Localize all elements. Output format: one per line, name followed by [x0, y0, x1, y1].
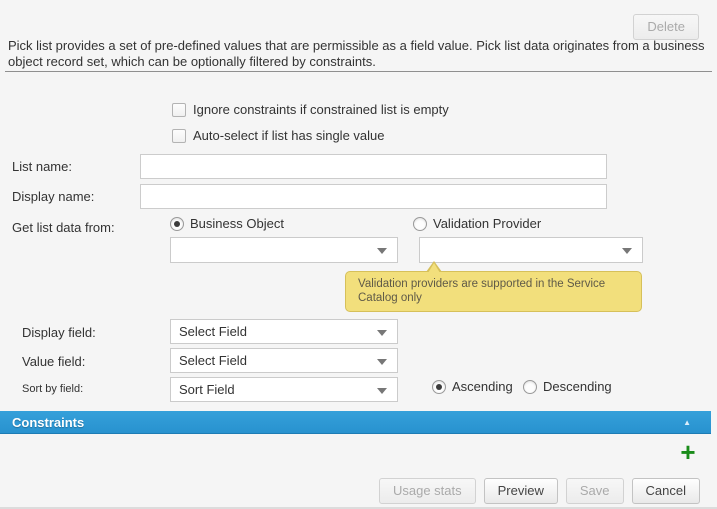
delete-button[interactable]: Delete: [633, 14, 699, 40]
descending-radio[interactable]: [523, 380, 537, 394]
ascending-radio[interactable]: [432, 380, 446, 394]
validation-provider-radio-row[interactable]: Validation Provider: [413, 216, 541, 231]
list-name-label: List name:: [12, 159, 72, 174]
pick-list-description: Pick list provides a set of pre-defined …: [8, 38, 712, 70]
ascending-radio-label: Ascending: [452, 379, 513, 394]
get-list-data-from-label: Get list data from:: [12, 220, 115, 235]
business-object-radio-row[interactable]: Business Object: [170, 216, 284, 231]
display-name-label: Display name:: [12, 189, 94, 204]
auto-select-label: Auto-select if list has single value: [193, 128, 384, 143]
descending-radio-row[interactable]: Descending: [523, 379, 612, 394]
ignore-constraints-checkbox[interactable]: [172, 103, 186, 117]
auto-select-checkbox[interactable]: [172, 129, 186, 143]
validation-provider-radio-label: Validation Provider: [433, 216, 541, 231]
business-object-radio-label: Business Object: [190, 216, 284, 231]
save-button[interactable]: Save: [566, 478, 624, 504]
display-name-input[interactable]: [140, 184, 607, 209]
ignore-constraints-label: Ignore constraints if constrained list i…: [193, 102, 449, 117]
constraints-section-title: Constraints: [12, 415, 84, 430]
value-field-dropdown-value: Select Field: [179, 353, 247, 368]
validation-provider-tooltip: Validation providers are supported in th…: [345, 271, 642, 312]
cancel-button[interactable]: Cancel: [632, 478, 700, 504]
add-constraint-icon[interactable]: +: [677, 441, 699, 463]
pick-list-editor: Delete Pick list provides a set of pre-d…: [0, 0, 717, 509]
value-field-dropdown[interactable]: Select Field: [170, 348, 398, 373]
ignore-constraints-checkbox-row: Ignore constraints if constrained list i…: [172, 102, 449, 117]
list-name-input[interactable]: [140, 154, 607, 179]
display-field-label: Display field:: [22, 325, 96, 340]
tooltip-text: Validation providers are supported in th…: [358, 278, 605, 304]
footer-button-row: Usage stats Preview Save Cancel: [379, 478, 700, 504]
sort-field-dropdown[interactable]: Sort Field: [170, 377, 398, 402]
sort-by-field-label: Sort by field:: [22, 383, 83, 395]
descending-radio-label: Descending: [543, 379, 612, 394]
sort-field-dropdown-value: Sort Field: [179, 382, 235, 397]
description-divider: [5, 71, 712, 72]
value-field-label: Value field:: [22, 354, 85, 369]
collapse-up-icon[interactable]: ▲: [683, 418, 691, 427]
display-field-dropdown-value: Select Field: [179, 324, 247, 339]
usage-stats-button[interactable]: Usage stats: [379, 478, 476, 504]
validation-provider-radio[interactable]: [413, 217, 427, 231]
constraints-section-header[interactable]: Constraints ▲: [0, 411, 711, 434]
preview-button[interactable]: Preview: [484, 478, 558, 504]
validation-provider-dropdown[interactable]: [419, 237, 643, 263]
ascending-radio-row[interactable]: Ascending: [432, 379, 513, 394]
business-object-radio[interactable]: [170, 217, 184, 231]
business-object-dropdown[interactable]: [170, 237, 398, 263]
auto-select-checkbox-row: Auto-select if list has single value: [172, 128, 384, 143]
display-field-dropdown[interactable]: Select Field: [170, 319, 398, 344]
